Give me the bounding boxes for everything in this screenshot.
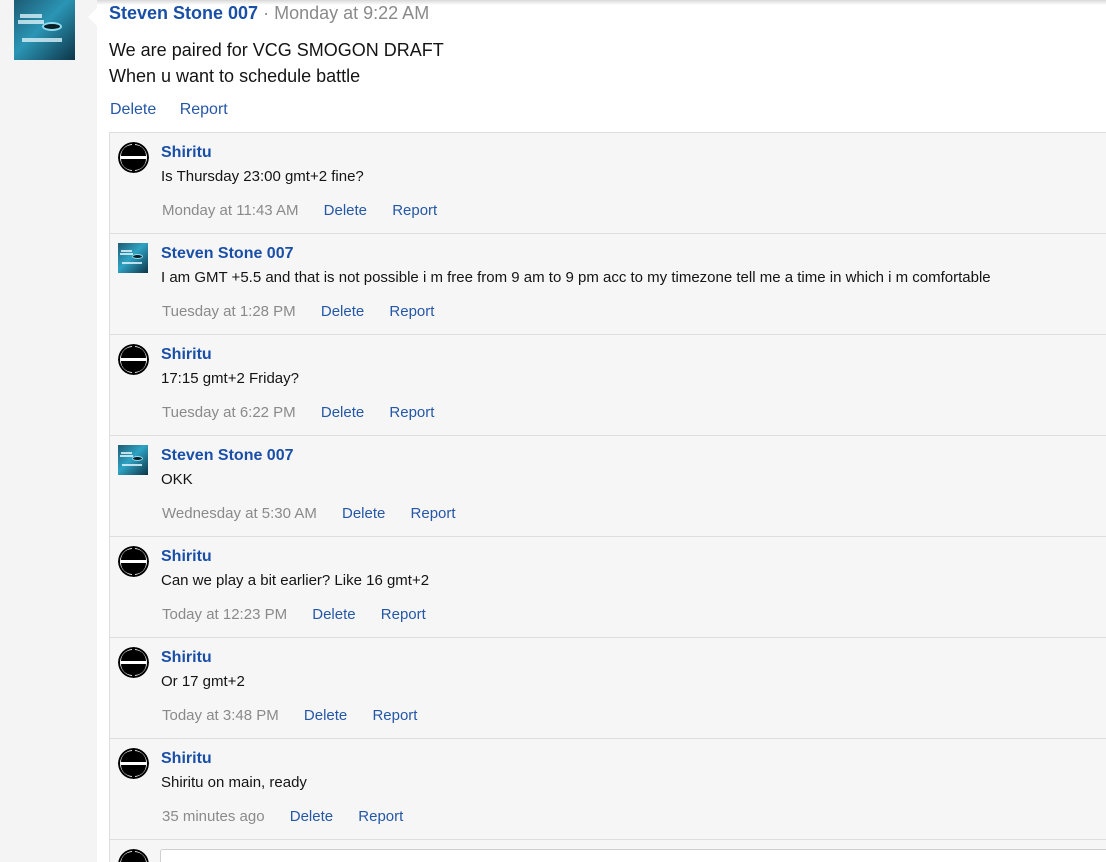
comment-item: Shiritu Or 17 gmt+2 Today at 3:48 PM Del… [110,638,1106,739]
comment-item: Shiritu Is Thursday 23:00 gmt+2 fine? Mo… [110,133,1106,234]
post-body-line: When u want to schedule battle [109,66,361,86]
smash-ball-icon[interactable] [118,748,149,779]
comment-text: Shiritu on main, ready [161,774,307,791]
comment-timestamp[interactable]: Tuesday at 1:28 PM [162,303,296,320]
comment-item: Steven Stone 007 I am GMT +5.5 and that … [110,234,1106,335]
comment-author-link[interactable]: Shiritu [161,144,212,162]
top-edge-shadow [97,0,1106,5]
post-timestamp[interactable]: Monday at 9:22 AM [274,3,429,23]
comment-item: Shiritu 17:15 gmt+2 Friday? Tuesday at 6… [110,335,1106,436]
comment-timestamp[interactable]: 35 minutes ago [162,808,265,825]
comment-timestamp[interactable]: Wednesday at 5:30 AM [162,505,317,522]
comment-author-link[interactable]: Shiritu [161,548,212,566]
report-link[interactable]: Report [180,101,228,118]
delete-link[interactable]: Delete [312,606,355,623]
comment-text: Is Thursday 23:00 gmt+2 fine? [161,168,364,185]
comment-author-link[interactable]: Shiritu [161,750,212,768]
post-actions: Delete Report [110,101,247,119]
reply-row [110,840,1106,862]
comment-footer: Today at 12:23 PM Delete Report [162,606,447,623]
delete-link[interactable]: Delete [321,303,364,320]
comment-timestamp[interactable]: Today at 12:23 PM [162,606,287,623]
delete-link[interactable]: Delete [304,707,347,724]
report-link[interactable]: Report [372,707,417,724]
comment-timestamp[interactable]: Monday at 11:43 AM [162,202,298,219]
report-link[interactable]: Report [389,404,434,421]
comment-footer: 35 minutes ago Delete Report [162,808,424,825]
separator-dot: · [263,3,270,23]
comment-footer: Tuesday at 6:22 PM Delete Report [162,404,455,421]
comment-text: 17:15 gmt+2 Friday? [161,370,299,387]
comment-author-link[interactable]: Shiritu [161,346,212,364]
post-header: Steven Stone 007 · Monday at 9:22 AM [109,3,429,24]
report-link[interactable]: Report [381,606,426,623]
report-link[interactable]: Report [389,303,434,320]
comment-item: Shiritu Shiritu on main, ready 35 minute… [110,739,1106,840]
delete-link[interactable]: Delete [110,101,156,118]
reply-input[interactable] [160,849,1106,862]
smash-ball-icon[interactable] [118,344,149,375]
post-body: We are paired for VCG SMOGON DRAFT When … [109,37,444,89]
comment-timestamp[interactable]: Tuesday at 6:22 PM [162,404,296,421]
comment-timestamp[interactable]: Today at 3:48 PM [162,707,279,724]
comment-author-link[interactable]: Steven Stone 007 [161,245,294,263]
comment-text: Or 17 gmt+2 [161,673,245,690]
comment-author-link[interactable]: Shiritu [161,649,212,667]
report-link[interactable]: Report [392,202,437,219]
comment-list: Shiritu Is Thursday 23:00 gmt+2 fine? Mo… [109,132,1106,862]
comment-text: Can we play a bit earlier? Like 16 gmt+2 [161,572,430,589]
delete-link[interactable]: Delete [321,404,364,421]
left-rail [0,0,97,862]
delete-link[interactable]: Delete [342,505,385,522]
comment-item: Steven Stone 007 OKK Wednesday at 5:30 A… [110,436,1106,537]
comment-author-link[interactable]: Steven Stone 007 [161,447,294,465]
report-link[interactable]: Report [358,808,403,825]
comment-footer: Wednesday at 5:30 AM Delete Report [162,505,477,522]
comment-footer: Tuesday at 1:28 PM Delete Report [162,303,455,320]
report-link[interactable]: Report [411,505,456,522]
comment-footer: Today at 3:48 PM Delete Report [162,707,438,724]
post-body-line: We are paired for VCG SMOGON DRAFT [109,40,444,60]
comment-item: Shiritu Can we play a bit earlier? Like … [110,537,1106,638]
comment-text: OKK [161,471,193,488]
smash-ball-icon [118,849,149,862]
delete-link[interactable]: Delete [290,808,333,825]
smash-ball-icon[interactable] [118,142,149,173]
dragon-avatar-icon[interactable] [118,445,149,476]
dragon-avatar-icon[interactable] [118,243,149,274]
dragon-avatar-icon[interactable] [14,0,75,60]
message-content: Steven Stone 007 · Monday at 9:22 AM We … [88,0,1106,862]
comment-text: I am GMT +5.5 and that is not possible i… [161,269,991,286]
delete-link[interactable]: Delete [324,202,367,219]
comment-footer: Monday at 11:43 AM Delete Report [162,202,458,219]
smash-ball-icon[interactable] [118,546,149,577]
post-author-link[interactable]: Steven Stone 007 [109,3,258,23]
smash-ball-icon[interactable] [118,647,149,678]
